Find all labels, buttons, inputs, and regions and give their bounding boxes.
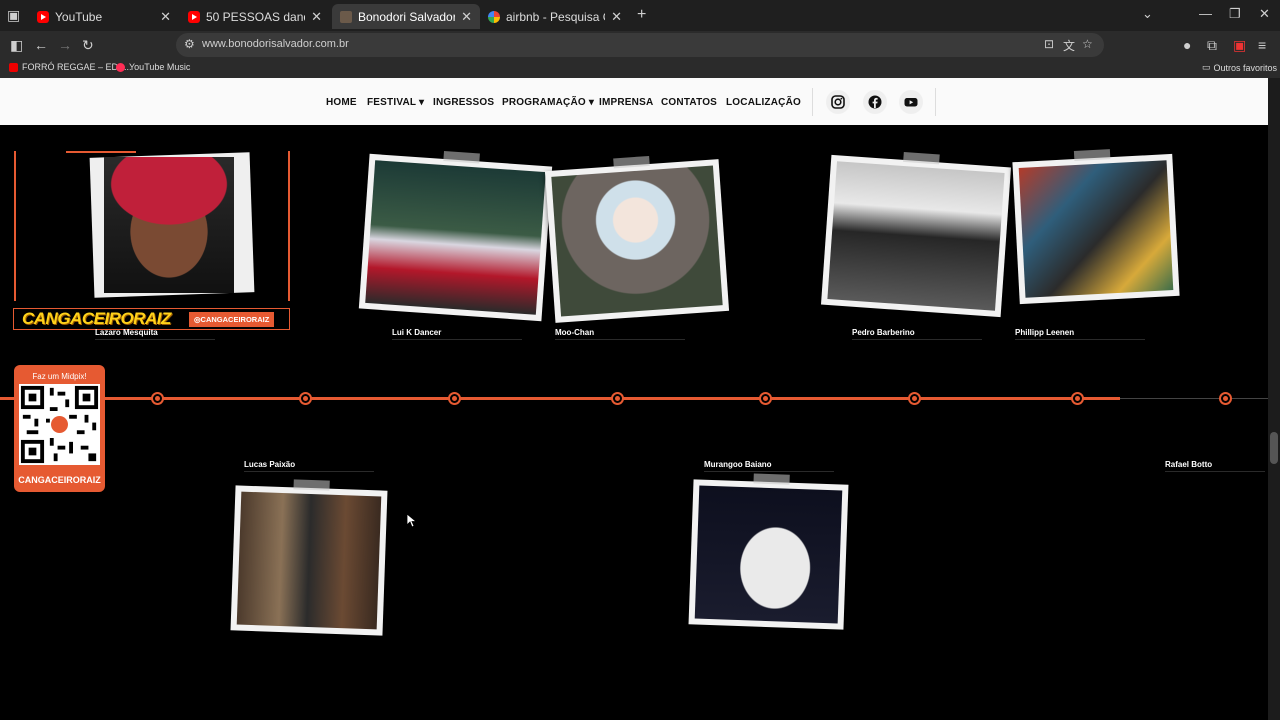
timeline-line: [0, 397, 1120, 400]
nav-home[interactable]: HOME: [326, 97, 357, 108]
bookmarks-bar: FORRÓ REGGAE – EDS... YouTube Music ▭ Ou…: [0, 59, 1280, 78]
artist-image: [551, 165, 723, 317]
artist-name: Phillipp Leenen: [1015, 328, 1145, 340]
site-favicon: [340, 10, 352, 23]
nav-divider: [812, 88, 813, 116]
timeline-node[interactable]: [151, 392, 164, 405]
artist-photo[interactable]: [688, 473, 849, 630]
artist-photo[interactable]: [230, 479, 388, 636]
close-window-icon[interactable]: ✕: [1259, 6, 1270, 22]
nav-festival[interactable]: FESTIVAL ▾: [367, 97, 424, 108]
menu-icon[interactable]: ≡: [1258, 36, 1266, 54]
bookmark-item[interactable]: FORRÓ REGGAE – EDS...: [9, 62, 132, 72]
facebook-icon[interactable]: [863, 90, 887, 114]
timeline-node[interactable]: [1071, 392, 1084, 405]
artist-name: Murangoo Baiano: [704, 460, 834, 472]
artist-name: Lui K Dancer: [392, 328, 522, 340]
artist-image: [827, 161, 1005, 311]
artist-name: Rafael Botto: [1165, 460, 1265, 472]
tab-youtube[interactable]: YouTube ✕: [29, 4, 179, 29]
address-bar[interactable]: ⚙ www.bonodorisalvador.com.br ⊡ 文 ☆: [176, 33, 1104, 57]
youtube-icon: [188, 10, 200, 23]
sidebar-icon[interactable]: ◧: [10, 36, 23, 54]
bookmark-item[interactable]: YouTube Music: [116, 62, 190, 72]
artist-photo[interactable]: [544, 155, 730, 323]
artist-image: [694, 485, 843, 624]
artist-image: [236, 491, 382, 630]
artist-name: Lucas Paixão: [244, 460, 374, 472]
timeline-node[interactable]: [759, 392, 772, 405]
url-text[interactable]: www.bonodorisalvador.com.br: [202, 38, 349, 50]
pix-qr-card: Faz um Midpix! CANGACEIRORAIZ: [14, 365, 105, 492]
timeline-node[interactable]: [299, 392, 312, 405]
tab-title: YouTube: [55, 9, 103, 24]
browser-tab-bar: ▣ YouTube ✕ 50 PESSOAS dando MATCH ✕ Bon…: [0, 0, 1280, 31]
info-icon[interactable]: ●: [1183, 36, 1191, 54]
tab-title: 50 PESSOAS dando MATCH: [206, 9, 305, 24]
tab-video[interactable]: 50 PESSOAS dando MATCH ✕: [180, 4, 330, 29]
streamer-webcam: [14, 151, 290, 307]
timeline-line-remaining: [1120, 398, 1268, 399]
artist-photo[interactable]: [820, 151, 1012, 318]
browser-toolbar: ◧ ← → ↻ ⚙ www.bonodorisalvador.com.br ⊡ …: [0, 31, 1280, 59]
extension-badge-icon[interactable]: ▣: [1233, 36, 1246, 54]
new-tab-icon[interactable]: +: [637, 6, 646, 24]
site-nav: HOME FESTIVAL ▾ INGRESSOS PROGRAMAÇÃO ▾ …: [0, 78, 1268, 125]
youtube-icon: [37, 10, 49, 23]
streamer-banner: CANGACEIRORAIZ ◎ CANGACEIRORAIZ: [13, 308, 290, 330]
scrollbar-thumb[interactable]: [1270, 432, 1278, 464]
tab-google[interactable]: airbnb - Pesquisa Google ✕: [480, 4, 630, 29]
nav-ingressos[interactable]: INGRESSOS: [433, 97, 494, 108]
nav-divider: [935, 88, 936, 116]
forward-icon[interactable]: →: [58, 36, 72, 54]
qr-code-icon: [19, 384, 100, 465]
back-icon[interactable]: ←: [34, 36, 48, 54]
nav-localizacao[interactable]: LOCALIZAÇÃO: [726, 97, 801, 108]
timeline-node[interactable]: [1219, 392, 1232, 405]
artist-photo[interactable]: [358, 150, 553, 322]
artists-timeline: CANGACEIRORAIZ ◎ CANGACEIRORAIZ Lazaro M…: [0, 125, 1268, 720]
nav-programacao[interactable]: PROGRAMAÇÃO ▾: [502, 97, 594, 108]
page-scrollbar[interactable]: [1268, 78, 1280, 720]
bookmark-star-icon[interactable]: ☆: [1082, 37, 1093, 51]
nav-contatos[interactable]: CONTATOS: [661, 97, 717, 108]
webcam-feed: [104, 157, 234, 293]
reload-icon[interactable]: ↻: [82, 36, 94, 54]
artist-name: Moo-Chan: [555, 328, 685, 340]
extensions-icon[interactable]: ⧉: [1207, 36, 1217, 54]
artist-name: Pedro Barberino: [852, 328, 982, 340]
google-icon: [488, 10, 500, 23]
restore-icon[interactable]: ❐: [1229, 6, 1241, 22]
nav-imprensa[interactable]: IMPRENSA: [599, 97, 653, 108]
translate-icon[interactable]: 文: [1063, 37, 1075, 54]
tab-title: Bonodori Salvador: [358, 9, 456, 24]
streamer-handle: ◎ CANGACEIRORAIZ: [189, 312, 275, 327]
folder-icon: ▭: [1202, 62, 1211, 72]
tab-title: airbnb - Pesquisa Google: [506, 9, 605, 24]
instagram-icon[interactable]: [826, 90, 850, 114]
site-info-icon[interactable]: ⚙: [184, 37, 195, 51]
tab-bonodori[interactable]: Bonodori Salvador ✕: [332, 4, 480, 29]
close-icon[interactable]: ✕: [160, 9, 171, 25]
minimize-icon[interactable]: —: [1199, 6, 1212, 21]
close-icon[interactable]: ✕: [461, 9, 472, 25]
other-bookmarks[interactable]: ▭ Outros favoritos: [1202, 62, 1277, 73]
youtube-icon: [9, 62, 18, 72]
artist-name: Lazaro Mesquita: [95, 328, 215, 340]
mouse-cursor-icon: [407, 514, 417, 528]
close-icon[interactable]: ✕: [311, 9, 322, 25]
artist-photo[interactable]: [1012, 149, 1180, 305]
tab-actions-icon[interactable]: ▣: [7, 6, 20, 24]
tab-list-icon[interactable]: ⌄: [1142, 6, 1153, 22]
artist-image: [365, 160, 546, 315]
artist-image: [1018, 160, 1174, 298]
youtube-music-icon: [116, 62, 125, 72]
close-icon[interactable]: ✕: [611, 9, 622, 25]
youtube-icon[interactable]: [899, 90, 923, 114]
timeline-node[interactable]: [448, 392, 461, 405]
timeline-node[interactable]: [908, 392, 921, 405]
install-icon[interactable]: ⊡: [1044, 37, 1054, 51]
timeline-node[interactable]: [611, 392, 624, 405]
